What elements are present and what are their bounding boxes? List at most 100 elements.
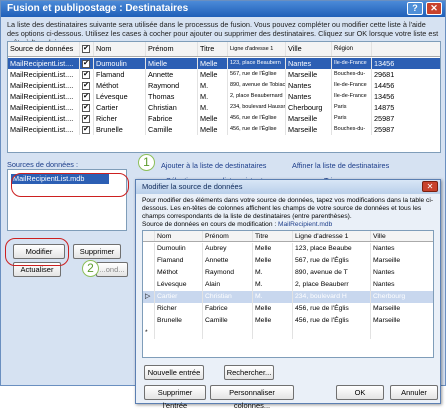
- column-header[interactable]: Région: [332, 42, 372, 56]
- table-row[interactable]: MailRecipientList.... ✔ Méthot Raymond M…: [8, 80, 440, 91]
- row-prenom[interactable]: [203, 327, 253, 339]
- row-prenom[interactable]: Fabrice: [203, 303, 253, 315]
- row-ville[interactable]: Marseille: [371, 315, 433, 327]
- row-checkbox-cell[interactable]: ✔: [80, 80, 94, 91]
- row-checkbox-cell[interactable]: ✔: [80, 69, 94, 80]
- row-titre[interactable]: M.: [253, 291, 293, 303]
- table-row[interactable]: Brunelle Camille Melle 456, rue de l'Égl…: [143, 315, 433, 327]
- row-adresse[interactable]: [293, 327, 371, 339]
- table-row[interactable]: Flamand Annette Melle 567, rue de l'Égli…: [143, 255, 433, 267]
- row-adresse[interactable]: 456, rue de l'Églis: [293, 303, 371, 315]
- row-ville[interactable]: Marseille: [371, 255, 433, 267]
- column-header[interactable]: Prénom: [203, 231, 253, 241]
- delete-entry-button[interactable]: Supprimer l'entrée: [144, 385, 206, 409]
- row-checkbox-cell[interactable]: ✔: [80, 113, 94, 124]
- close-icon[interactable]: ✕: [426, 2, 442, 15]
- row-checkbox[interactable]: ✔: [82, 93, 90, 102]
- row-ville[interactable]: Nantes: [371, 279, 433, 291]
- table-row[interactable]: MailRecipientList.... ✔ Flamand Annette …: [8, 69, 440, 80]
- row-titre[interactable]: Melle: [253, 243, 293, 255]
- row-ville[interactable]: Marseille: [371, 303, 433, 315]
- column-header[interactable]: Titre: [253, 231, 293, 241]
- row-prenom[interactable]: Annette: [203, 255, 253, 267]
- row-titre[interactable]: Melle: [253, 315, 293, 327]
- row-checkbox[interactable]: ✔: [82, 126, 90, 135]
- column-header[interactable]: Ligne d'adresse 1: [293, 231, 371, 241]
- row-nom[interactable]: [155, 327, 203, 339]
- table-row[interactable]: Dumoulin Aubrey Melle 123, place Beaube …: [143, 243, 433, 255]
- row-adresse[interactable]: 890, avenue de T: [293, 267, 371, 279]
- link-add-recipients[interactable]: Ajouter à la liste de destinataires: [161, 161, 266, 170]
- row-prenom[interactable]: Camille: [203, 315, 253, 327]
- column-header[interactable]: Ville: [286, 42, 332, 56]
- table-row[interactable]: Méthot Raymond M. 890, avenue de T Nante…: [143, 267, 433, 279]
- row-checkbox[interactable]: ✔: [82, 71, 90, 80]
- ok-button[interactable]: OK: [336, 385, 384, 400]
- row-nom[interactable]: Dumoulin: [155, 243, 203, 255]
- dialog2-description: Pour modifier des éléments dans votre so…: [142, 197, 434, 229]
- row-nom[interactable]: Brunelle: [155, 315, 203, 327]
- row-adresse[interactable]: 567, rue de l'Églis: [293, 255, 371, 267]
- column-header[interactable]: Nom: [155, 231, 203, 241]
- row-prenom[interactable]: Christian: [203, 291, 253, 303]
- row-titre[interactable]: M.: [253, 267, 293, 279]
- row-adresse[interactable]: 234, boulevard H: [293, 291, 371, 303]
- column-header[interactable]: Ligne d'adresse 1: [228, 42, 286, 56]
- cancel-button[interactable]: Annuler: [390, 385, 438, 400]
- row-nom[interactable]: Flamand: [155, 255, 203, 267]
- row-nom[interactable]: Richer: [155, 303, 203, 315]
- table-row[interactable]: MailRecipientList.... ✔ Dumoulin Mielle …: [8, 58, 440, 69]
- row-adresse[interactable]: 456, rue de l'Églis: [293, 315, 371, 327]
- find-button[interactable]: ...ond...: [96, 262, 128, 277]
- column-header[interactable]: Nom: [94, 42, 146, 56]
- row-checkbox[interactable]: ✔: [82, 60, 90, 69]
- row-checkbox-cell[interactable]: ✔: [80, 91, 94, 102]
- row-nom[interactable]: Lévesque: [155, 279, 203, 291]
- column-header[interactable]: Prénom: [146, 42, 198, 56]
- row-checkbox[interactable]: ✔: [82, 82, 90, 91]
- row-checkbox[interactable]: ✔: [82, 115, 90, 124]
- header-checkbox-cell[interactable]: ✔: [80, 42, 94, 56]
- table-row-new[interactable]: *: [143, 327, 433, 339]
- row-ville[interactable]: Cherbourg: [371, 291, 433, 303]
- row-nom[interactable]: Méthot: [155, 267, 203, 279]
- recipients-grid: Source de données ✔ Nom Prénom Titre Lig…: [7, 41, 441, 153]
- row-checkbox-cell[interactable]: ✔: [80, 102, 94, 113]
- row-ville[interactable]: [371, 327, 433, 339]
- link-refine-list[interactable]: Affiner la liste de destinataires: [292, 161, 389, 170]
- row-titre[interactable]: Melle: [253, 255, 293, 267]
- row-adresse[interactable]: 2, place Beauberr: [293, 279, 371, 291]
- close-icon[interactable]: ✕: [422, 181, 438, 192]
- new-entry-button[interactable]: Nouvelle entrée: [144, 365, 204, 380]
- select-all-checkbox[interactable]: ✔: [82, 45, 90, 54]
- table-row[interactable]: MailRecipientList.... ✔ Brunelle Camille…: [8, 124, 440, 135]
- table-row[interactable]: Lévesque Alain M. 2, place Beauberr Nant…: [143, 279, 433, 291]
- row-prenom[interactable]: Raymond: [203, 267, 253, 279]
- row-ville[interactable]: Nantes: [371, 267, 433, 279]
- row-prenom[interactable]: Aubrey: [203, 243, 253, 255]
- table-row[interactable]: MailRecipientList.... ✔ Cartier Christia…: [8, 102, 440, 113]
- row-adresse[interactable]: 123, place Beaube: [293, 243, 371, 255]
- table-row[interactable]: MailRecipientList.... ✔ Richer Fabrice M…: [8, 113, 440, 124]
- column-header[interactable]: Source de données: [8, 42, 80, 56]
- customize-columns-button[interactable]: Personnaliser colonnes...: [210, 385, 294, 409]
- table-row[interactable]: MailRecipientList.... ✔ Lévesque Thomas …: [8, 91, 440, 102]
- row-ville[interactable]: Nantes: [371, 243, 433, 255]
- row-titre[interactable]: [253, 327, 293, 339]
- table-row[interactable]: Richer Fabrice Melle 456, rue de l'Églis…: [143, 303, 433, 315]
- row-titre[interactable]: M.: [253, 279, 293, 291]
- row-nom[interactable]: Cartier: [155, 291, 203, 303]
- help-icon[interactable]: ?: [407, 2, 423, 15]
- row-checkbox[interactable]: ✔: [82, 104, 90, 113]
- current-source-value: MailRecipient.mdb: [278, 221, 333, 228]
- table-row-selected[interactable]: ▷ Cartier Christian M. 234, boulevard H …: [143, 291, 433, 303]
- search-button[interactable]: Rechercher...: [224, 365, 274, 380]
- row-titre[interactable]: Melle: [253, 303, 293, 315]
- delete-button[interactable]: Supprimer: [73, 244, 121, 259]
- column-header[interactable]: Titre: [198, 42, 228, 56]
- row-prenom[interactable]: Alain: [203, 279, 253, 291]
- row-checkbox-cell[interactable]: ✔: [80, 124, 94, 135]
- row-adresse: 234, boulevard Haussman: [228, 102, 286, 113]
- row-checkbox-cell[interactable]: ✔: [80, 58, 94, 69]
- column-header[interactable]: Ville: [371, 231, 433, 241]
